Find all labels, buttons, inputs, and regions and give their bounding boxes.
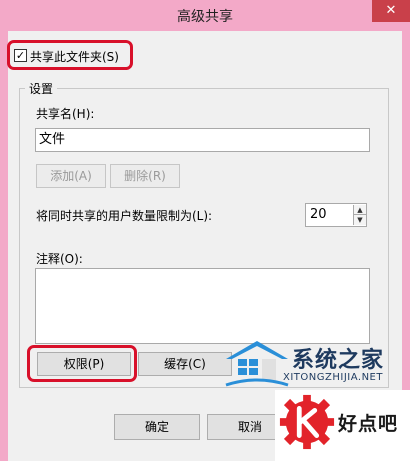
comment-label: 注释(O):: [36, 252, 83, 266]
ok-button[interactable]: 确定: [114, 414, 200, 440]
user-limit-value[interactable]: 20: [310, 207, 327, 222]
xitongzhijia-watermark-url: XITONGZHIJIA.NET: [283, 372, 383, 383]
highlight-box-share-checkbox: [7, 40, 133, 70]
user-limit-label: 将同时共享的用户数量限制为(L):: [36, 209, 213, 223]
remove-button[interactable]: 删除(R): [110, 164, 180, 188]
xitongzhijia-logo-icon: [225, 341, 289, 387]
share-name-label: 共享名(H):: [36, 107, 95, 121]
highlight-box-permissions: [27, 345, 137, 382]
add-button[interactable]: 添加(A): [36, 164, 106, 188]
user-limit-spinner[interactable]: 20 ▲ ▼: [305, 203, 367, 227]
share-name-input[interactable]: 文件: [35, 128, 370, 152]
spin-up-icon[interactable]: ▲: [353, 205, 366, 215]
settings-legend: 设置: [25, 80, 58, 97]
haodianba-watermark-text: 好点吧: [338, 413, 399, 435]
caching-button[interactable]: 缓存(C): [138, 352, 232, 376]
window-frame-left: [0, 31, 8, 461]
close-button[interactable]: ✕: [372, 0, 410, 22]
comment-textarea[interactable]: [35, 268, 370, 344]
title-bar: 高级共享 ✕: [0, 0, 410, 31]
xitongzhijia-watermark-text: 系统之家: [292, 348, 385, 373]
haodianba-logo-icon: [279, 394, 335, 450]
window-title: 高级共享: [177, 9, 233, 25]
spin-down-icon[interactable]: ▼: [353, 215, 366, 225]
